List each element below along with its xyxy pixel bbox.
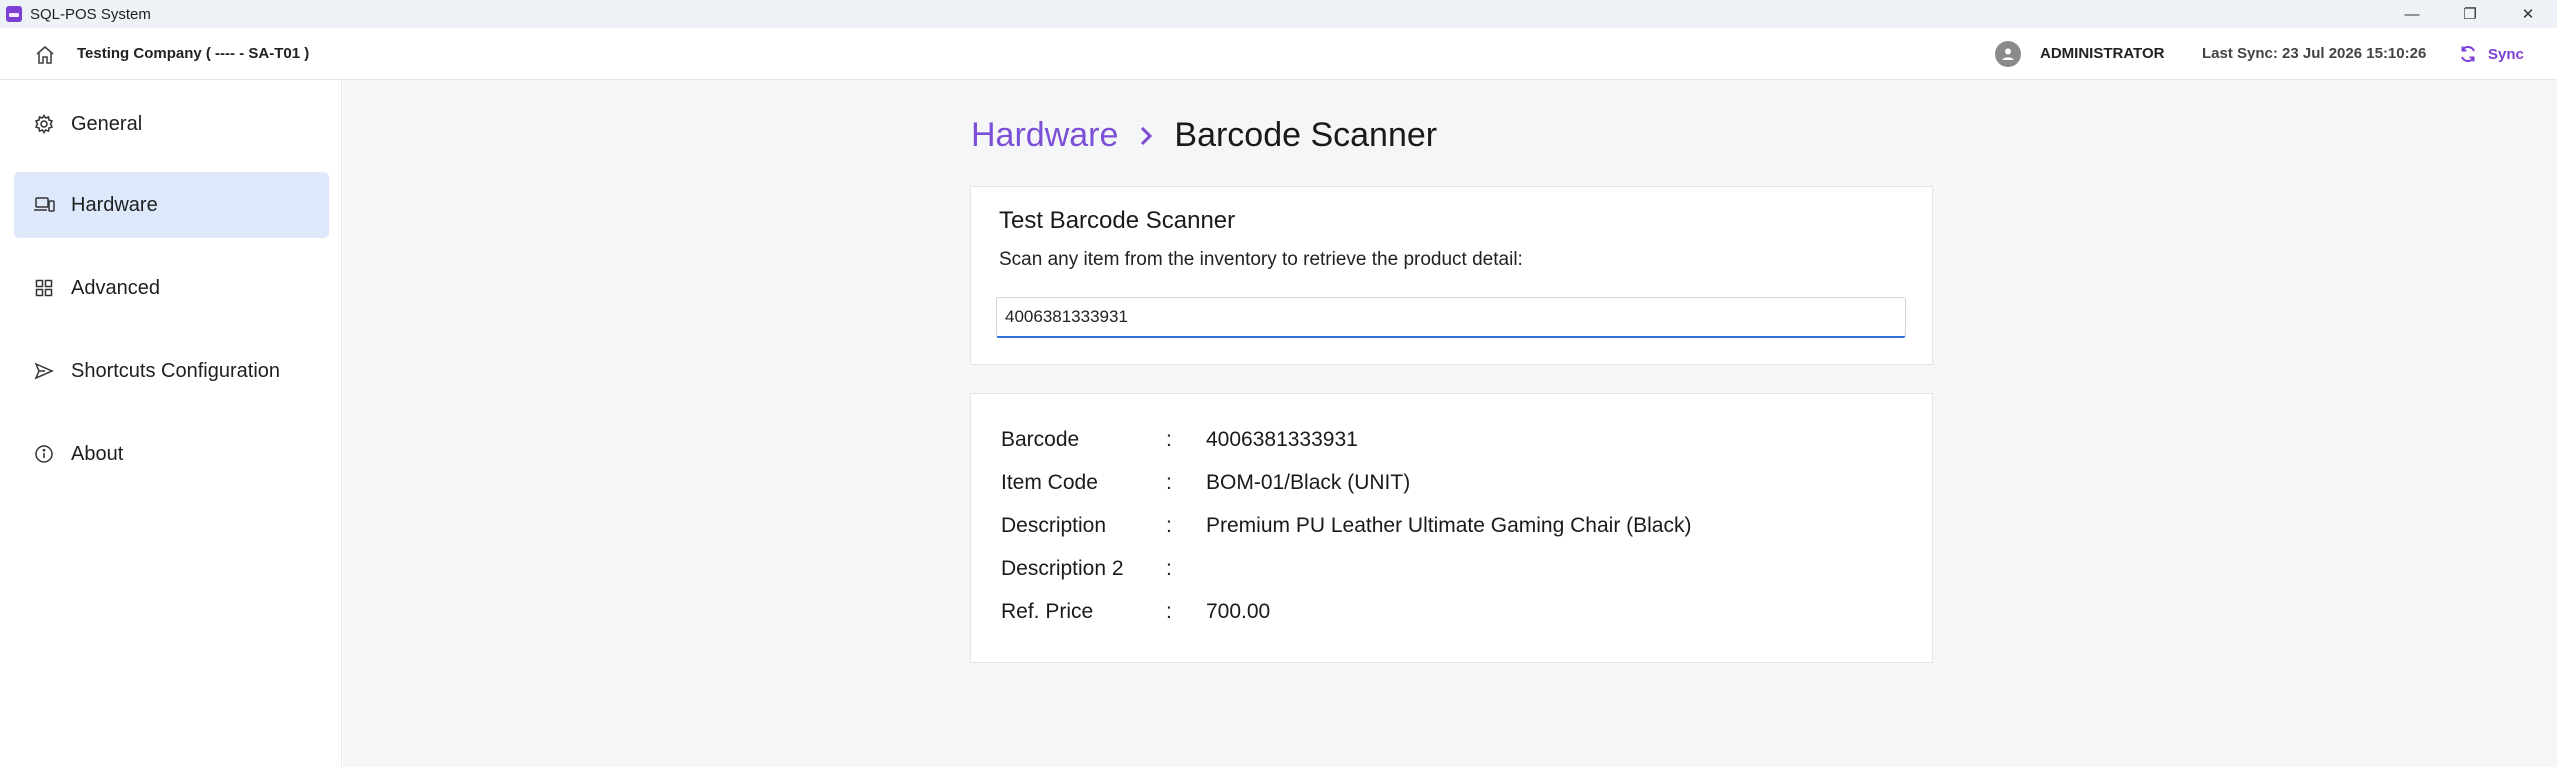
sidebar-item-shortcuts-configuration[interactable]: Shortcuts Configuration <box>14 338 329 404</box>
minimize-button[interactable]: — <box>2383 0 2441 28</box>
detail-label: Ref. Price <box>1001 600 1094 623</box>
detail-label: Description 2 <box>1001 557 1124 580</box>
window-controls: — ❐ ✕ <box>2383 0 2557 28</box>
sidebar-item-advanced[interactable]: Advanced <box>14 255 329 321</box>
sidebar-item-label: About <box>71 442 124 465</box>
detail-separator: : <box>1166 428 1172 451</box>
detail-label: Description <box>1001 514 1107 537</box>
sidebar-item-general[interactable]: General <box>14 91 329 157</box>
close-button[interactable]: ✕ <box>2499 0 2557 28</box>
user-name: ADMINISTRATOR <box>2040 45 2165 62</box>
app-logo-icon <box>6 6 22 22</box>
restore-button[interactable]: ❐ <box>2441 0 2499 28</box>
product-detail-card: Barcode : 4006381333931 Item Code : BOM-… <box>970 393 1933 663</box>
last-sync-status: Last Sync: 23 Jul 2026 15:10:26 <box>2202 45 2427 62</box>
sidebar-item-label: Shortcuts Configuration <box>71 359 281 382</box>
detail-value: 700.00 <box>1206 600 1271 623</box>
chevron-right-icon <box>1138 125 1154 147</box>
window-titlebar: SQL-POS System — ❐ ✕ <box>0 0 2557 28</box>
sidebar-item-label: Advanced <box>71 276 160 299</box>
page-title: Barcode Scanner <box>1174 116 1438 154</box>
sidebar-item-label: Hardware <box>71 193 158 216</box>
sync-label: Sync <box>2488 45 2524 63</box>
breadcrumb: Hardware Barcode Scanner <box>971 116 1437 155</box>
app-header: Testing Company ( ---- - SA-T01 ) ADMINI… <box>0 28 2557 80</box>
send-icon <box>33 360 55 382</box>
info-icon <box>33 443 55 465</box>
detail-value: Premium PU Leather Ultimate Gaming Chair… <box>1206 514 1692 537</box>
sidebar: General Hardware Advanced Shortcuts Conf… <box>0 80 342 767</box>
home-icon[interactable] <box>34 44 56 66</box>
user-avatar-icon <box>1995 41 2021 67</box>
sidebar-item-label: General <box>71 112 143 135</box>
detail-label: Item Code <box>1001 471 1098 494</box>
gear-icon <box>33 113 55 135</box>
devices-icon <box>33 194 55 216</box>
sync-icon <box>2461 45 2475 63</box>
detail-label: Barcode <box>1001 428 1080 451</box>
detail-value: BOM-01/Black (UNIT) <box>1206 471 1411 494</box>
sidebar-item-about[interactable]: About <box>14 421 329 487</box>
test-scanner-card: Test Barcode Scanner Scan any item from … <box>970 186 1933 365</box>
company-name: Testing Company ( ---- - SA-T01 ) <box>77 45 310 62</box>
grid-icon <box>33 277 55 299</box>
sidebar-item-hardware[interactable]: Hardware <box>14 172 329 238</box>
barcode-input[interactable] <box>996 297 1906 338</box>
detail-value: 4006381333931 <box>1206 428 1358 451</box>
detail-separator: : <box>1166 600 1172 623</box>
sync-button[interactable]: Sync <box>2458 40 2524 68</box>
detail-separator: : <box>1166 471 1172 494</box>
breadcrumb-hardware-link[interactable]: Hardware <box>971 116 1118 155</box>
detail-separator: : <box>1166 557 1172 580</box>
window-title: SQL-POS System <box>30 5 151 23</box>
card-title: Test Barcode Scanner <box>999 207 1236 234</box>
card-description: Scan any item from the inventory to retr… <box>999 249 1523 270</box>
detail-separator: : <box>1166 514 1172 537</box>
main-content: Hardware Barcode Scanner Test Barcode Sc… <box>343 80 2557 767</box>
